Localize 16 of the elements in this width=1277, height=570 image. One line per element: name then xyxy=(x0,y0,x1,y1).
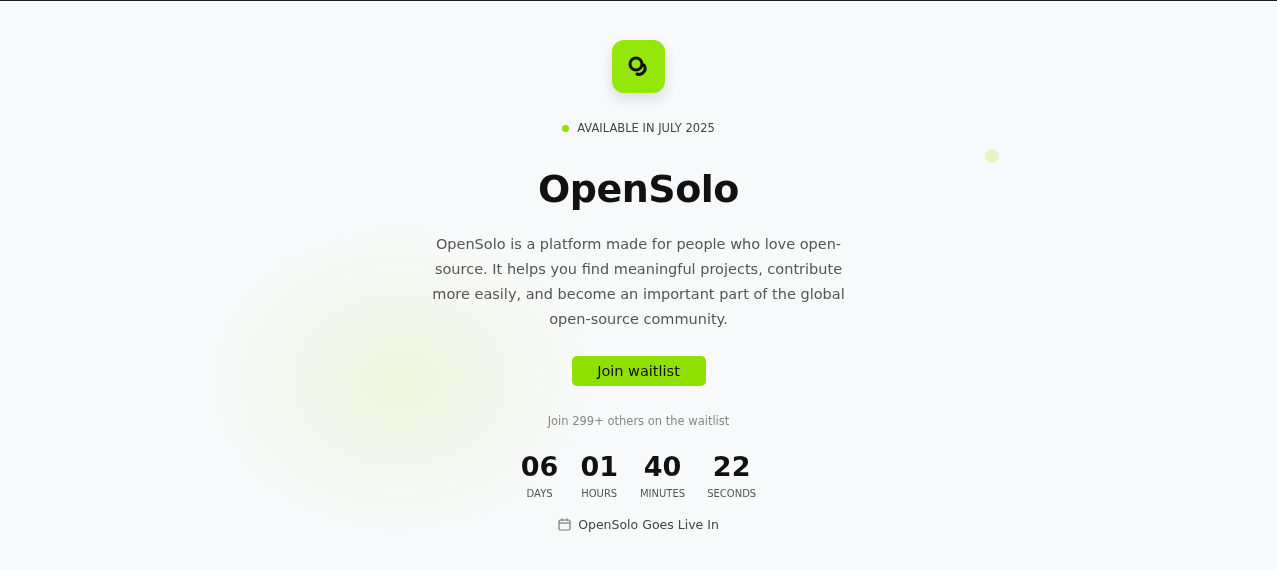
availability-label: AVAILABLE IN JULY 2025 xyxy=(577,121,715,135)
description: OpenSolo is a platform made for people who love open-source. It helps you find meaningful projects, contribute more easily, and become an important part of the global open-source community. xyxy=(431,235,846,329)
waitlist-count: Join 299+ others on the waitlist xyxy=(547,414,730,428)
glow-dot xyxy=(985,149,999,163)
countdown-value: 40 xyxy=(643,452,682,482)
countdown-unit: HOURS xyxy=(581,488,618,499)
launch-label: OpenSolo Goes Live In xyxy=(578,517,719,532)
countdown-unit: SECONDS xyxy=(707,488,757,499)
calendar-icon xyxy=(558,518,572,531)
countdown-value: 22 xyxy=(712,452,751,482)
countdown-value: 01 xyxy=(580,452,618,482)
page-title: OpenSolo xyxy=(538,166,739,213)
countdown-unit: MINUTES xyxy=(639,488,686,499)
countdown-unit: DAYS xyxy=(526,488,553,499)
countdown-value: 06 xyxy=(520,452,559,482)
join-waitlist-button[interactable]: Join waitlist xyxy=(571,356,706,386)
